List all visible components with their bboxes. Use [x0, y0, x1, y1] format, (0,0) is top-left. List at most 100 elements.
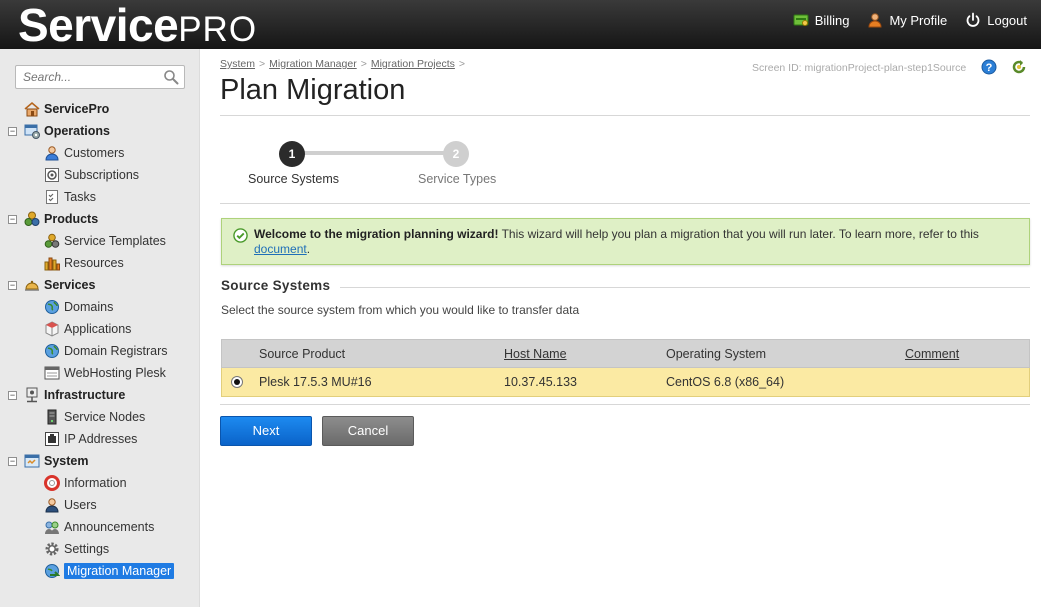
products-icon: [24, 211, 40, 227]
home-icon: [24, 101, 40, 117]
svg-text:?: ?: [986, 62, 993, 74]
info-alert: Welcome to the migration planning wizard…: [221, 218, 1030, 265]
breadcrumb-separator: >: [458, 58, 466, 70]
breadcrumb-separator: >: [259, 58, 266, 70]
tree-item-migration-manager[interactable]: Migration Manager: [44, 561, 175, 581]
tree-category-infrastructure[interactable]: Infrastructure: [24, 385, 125, 405]
tree-item-information[interactable]: Information: [44, 473, 127, 493]
section-description: Select the source system from which you …: [221, 303, 580, 317]
search-icon[interactable]: [163, 69, 179, 85]
collapse-operations-toggle[interactable]: −: [8, 127, 17, 136]
breadcrumb-separator: >: [360, 58, 367, 70]
tree-root-servicepro[interactable]: ServicePro: [24, 99, 109, 119]
breadcrumb: System > Migration Manager > Migration Proje…: [220, 58, 469, 70]
globe-icon: [44, 343, 60, 359]
collapse-products-toggle[interactable]: −: [8, 215, 17, 224]
top-nav: Billing My Profile Logout: [793, 12, 1027, 28]
alert-heading: Welcome to the migration planning wizard…: [254, 227, 499, 241]
logo[interactable]: ServicePRO: [18, 1, 257, 54]
alert-tail: .: [306, 242, 311, 256]
window-icon: [44, 365, 60, 381]
page-title: Plan Migration: [220, 74, 406, 106]
cube-icon: [44, 321, 60, 337]
section-rule: [340, 287, 1030, 288]
subscription-icon: [44, 167, 60, 183]
tree-item-service-templates[interactable]: Service Templates: [44, 231, 166, 251]
customer-icon: [44, 145, 60, 161]
tree-category-operations[interactable]: Operations: [24, 121, 110, 141]
cell-operating-system: CentOS 6.8 (x86_64): [666, 375, 785, 389]
collapse-system-toggle[interactable]: −: [8, 457, 17, 466]
table-divider: [220, 404, 1030, 405]
tree-item-users[interactable]: Users: [44, 495, 97, 515]
refresh-icon[interactable]: [1010, 59, 1028, 75]
checkmark-icon: [233, 228, 248, 243]
section-title: Source Systems: [221, 278, 331, 293]
tree-item-announcements[interactable]: Announcements: [44, 517, 154, 537]
resources-icon: [44, 255, 60, 271]
tree-item-settings[interactable]: Settings: [44, 539, 109, 559]
operations-icon: [24, 123, 40, 139]
collapse-infrastructure-toggle[interactable]: −: [8, 391, 17, 400]
sidebar: ServicePro − Operations Customers Subscr…: [0, 49, 200, 607]
tree-category-services[interactable]: Services: [24, 275, 95, 295]
tree-item-domain-registrars[interactable]: Domain Registrars: [44, 341, 168, 361]
tree-item-customers[interactable]: Customers: [44, 143, 124, 163]
tree-category-system[interactable]: System: [24, 451, 88, 471]
search-box: [15, 65, 185, 89]
wizard-step-2-label: Service Types: [418, 172, 497, 186]
tasks-icon: [44, 189, 60, 205]
tree-item-subscriptions[interactable]: Subscriptions: [44, 165, 139, 185]
column-operating-system: Operating System: [666, 347, 767, 361]
search-input[interactable]: [16, 66, 156, 88]
gear-icon: [44, 541, 60, 557]
table-row[interactable]: Plesk 17.5.3 MU#16 10.37.45.133 CentOS 6…: [221, 368, 1030, 397]
row-select-radio[interactable]: [231, 376, 243, 388]
wizard-step-1-indicator: 1: [279, 141, 305, 167]
screen-id: Screen ID: migrationProject-plan-step1So…: [752, 62, 967, 74]
tree-item-tasks[interactable]: Tasks: [44, 187, 96, 207]
wizard-step-1-label: Source Systems: [248, 172, 340, 186]
breadcrumb-migration-manager[interactable]: Migration Manager: [269, 58, 357, 70]
template-icon: [44, 233, 60, 249]
table-header: Source Product Host Name Operating Syste…: [221, 339, 1030, 368]
tree-item-applications[interactable]: Applications: [44, 319, 131, 339]
globe-icon: [44, 299, 60, 315]
users-icon: [44, 497, 60, 513]
my-profile-link[interactable]: My Profile: [867, 12, 947, 28]
tree-item-ip-addresses[interactable]: IP Addresses: [44, 429, 137, 449]
column-source-product: Source Product: [259, 347, 346, 361]
next-button[interactable]: Next: [220, 416, 312, 446]
tree-item-resources[interactable]: Resources: [44, 253, 124, 273]
power-icon: [966, 12, 980, 27]
column-comment[interactable]: Comment: [905, 340, 959, 368]
ip-icon: [44, 431, 60, 447]
tree-item-service-nodes[interactable]: Service Nodes: [44, 407, 145, 427]
cell-host-name: 10.37.45.133: [504, 375, 577, 389]
top-bar: ServicePRO Billing My Profile Logout: [0, 0, 1041, 49]
migration-icon: [44, 563, 60, 579]
tree-category-products[interactable]: Products: [24, 209, 98, 229]
collapse-services-toggle[interactable]: −: [8, 281, 17, 290]
tree-item-webhosting-plesk[interactable]: WebHosting Plesk: [44, 363, 166, 383]
cancel-button[interactable]: Cancel: [322, 416, 414, 446]
document-link[interactable]: document: [254, 242, 307, 256]
system-icon: [24, 453, 40, 469]
cell-source-product: Plesk 17.5.3 MU#16: [259, 375, 372, 389]
steps-divider: [220, 203, 1030, 204]
help-icon[interactable]: ?: [981, 59, 997, 75]
breadcrumb-migration-projects[interactable]: Migration Projects: [371, 58, 455, 70]
billing-link[interactable]: Billing: [793, 12, 849, 28]
server-icon: [44, 409, 60, 425]
source-systems-table: Source Product Host Name Operating Syste…: [221, 339, 1030, 397]
user-icon: [868, 13, 882, 28]
tree-item-domains[interactable]: Domains: [44, 297, 113, 317]
announcement-icon: [44, 519, 60, 535]
lifebuoy-icon: [44, 475, 60, 491]
breadcrumb-system[interactable]: System: [220, 58, 255, 70]
title-divider: [220, 115, 1030, 116]
logout-link[interactable]: Logout: [965, 12, 1027, 28]
wizard-progress-line: [292, 151, 456, 155]
wizard-step-2-indicator: 2: [443, 141, 469, 167]
column-host-name[interactable]: Host Name: [504, 340, 567, 368]
